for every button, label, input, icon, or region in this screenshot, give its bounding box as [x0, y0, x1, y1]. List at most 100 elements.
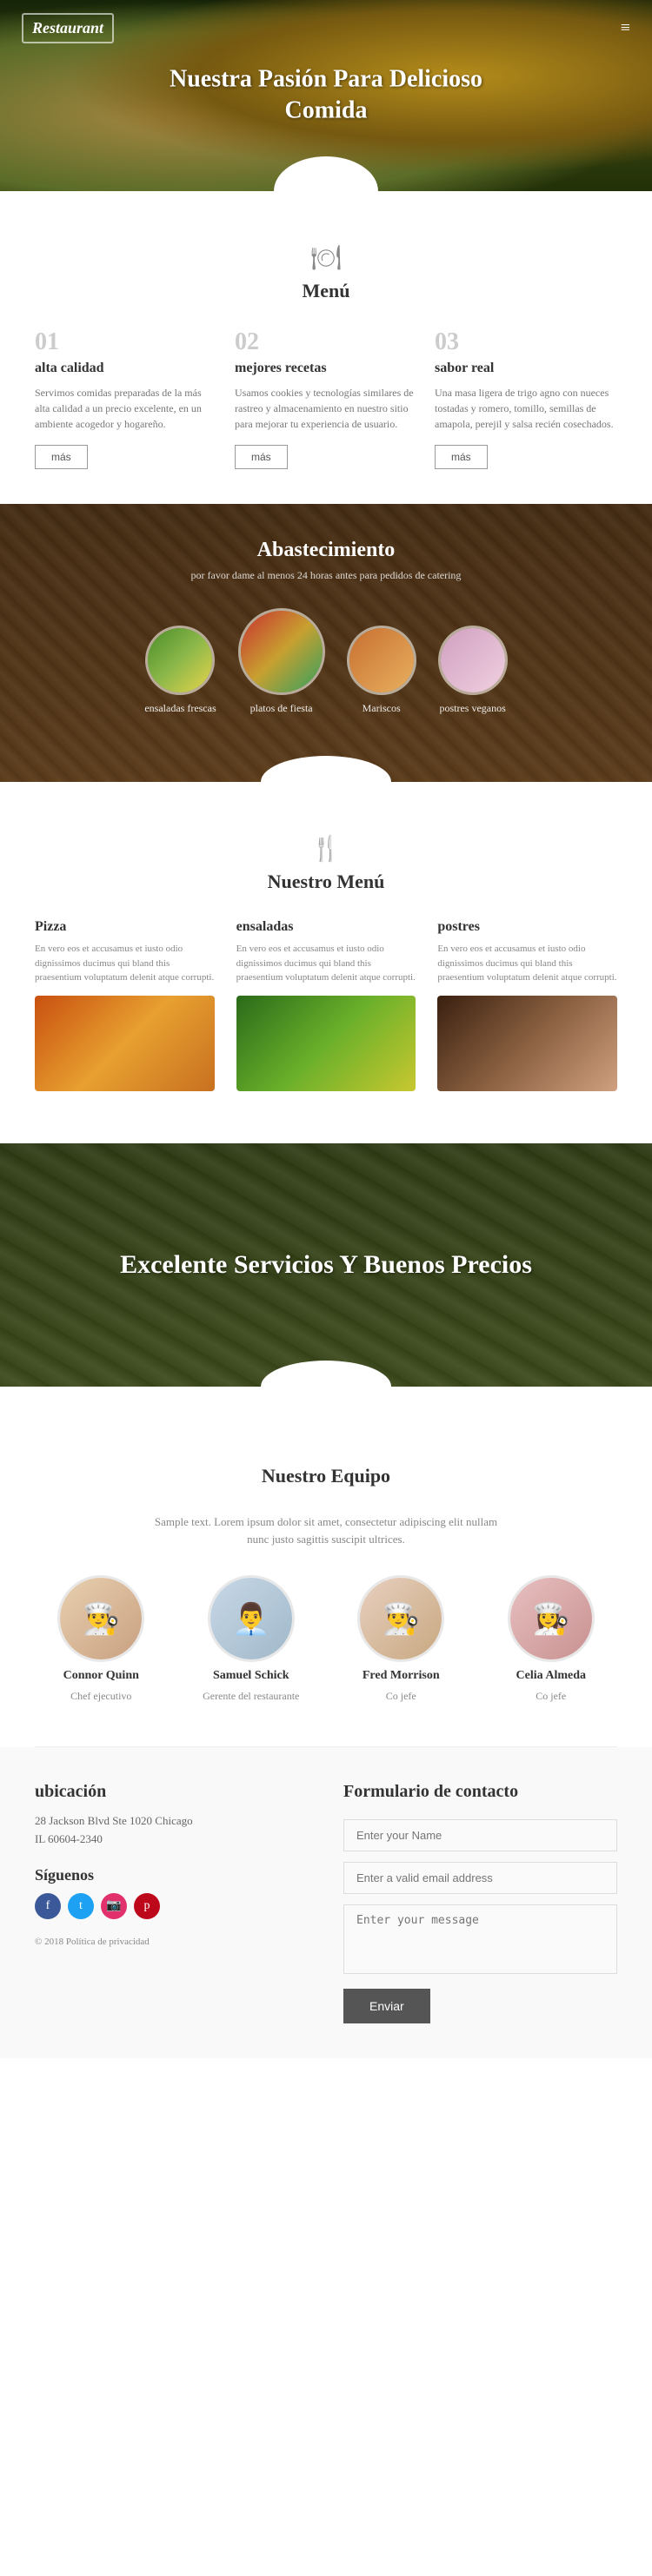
location-and-social: ubicación 28 Jackson Blvd Ste 1020 Chica… [35, 1782, 309, 2023]
food-text-postres: En vero eos et accusamus et iusto odio d… [437, 942, 617, 985]
avatar-image-4: 👩‍🍳 [510, 1578, 592, 1659]
social-icons: f t 📷 p [35, 1893, 309, 1919]
avatar-image-3: 👨‍🍳 [360, 1578, 442, 1659]
team-avatar-3: 👨‍🍳 [357, 1575, 444, 1662]
mas-button-2[interactable]: más [235, 445, 288, 469]
postres-img-inner [437, 996, 617, 1091]
site-logo[interactable]: Restaurant [22, 13, 114, 43]
team-role-3: Co jefe [386, 1690, 416, 1703]
hero-title: Nuestra Pasión Para Delicioso Comida [163, 64, 489, 128]
catering-label-4: postres veganos [439, 702, 505, 715]
nuestro-menu-icon: 🍴 [35, 834, 617, 864]
menu-num-2: 02 [235, 328, 417, 356]
food-grid: Pizza En vero eos et accusamus et iusto … [35, 919, 617, 1091]
pizza-image [35, 996, 215, 1091]
bottom-section: ubicación 28 Jackson Blvd Ste 1020 Chica… [0, 1747, 652, 2058]
contact-title: Formulario de contacto [343, 1782, 617, 1802]
contact-name-input[interactable] [343, 1819, 617, 1851]
team-subtitle: Sample text. Lorem ipsum dolor sit amet,… [152, 1513, 500, 1550]
team-member-3: 👨‍🍳 Fred Morrison Co jefe [335, 1575, 468, 1703]
food-title-ensaladas: ensaladas [236, 919, 416, 935]
menu-item-title-2: mejores recetas [235, 361, 417, 376]
navigation: Restaurant ≡ [0, 0, 652, 56]
catering-item-2: platos de fiesta [238, 608, 325, 715]
team-role-4: Co jefe [536, 1690, 566, 1703]
salad-image [148, 628, 212, 692]
food-item-postres: postres En vero eos et accusamus et iust… [437, 919, 617, 1091]
instagram-icon[interactable]: 📷 [101, 1893, 127, 1919]
mas-button-3[interactable]: más [435, 445, 488, 469]
contact-section: Formulario de contacto Enviar [343, 1782, 617, 2023]
team-member-2: 👨‍💼 Samuel Schick Gerente del restaurant… [185, 1575, 318, 1703]
excellent-section: Excelente Servicios Y Buenos Precios [0, 1143, 652, 1387]
team-member-4: 👩‍🍳 Celia Almeda Co jefe [485, 1575, 618, 1703]
ensaladas-img-inner [236, 996, 416, 1091]
contact-submit-button[interactable]: Enviar [343, 1989, 430, 2023]
location-city: IL 60604-2340 [35, 1831, 309, 1849]
seafood-image [349, 628, 414, 692]
pinterest-icon[interactable]: p [134, 1893, 160, 1919]
location-address: 28 Jackson Blvd Ste 1020 Chicago [35, 1812, 309, 1831]
team-name-4: Celia Almeda [516, 1669, 587, 1683]
catering-label-2: platos de fiesta [250, 702, 313, 715]
avatar-image-1: 👨‍🍳 [60, 1578, 142, 1659]
team-avatar-4: 👩‍🍳 [508, 1575, 595, 1662]
team-name-2: Samuel Schick [213, 1669, 289, 1683]
menu-num-3: 03 [435, 328, 617, 356]
mas-button-1[interactable]: más [35, 445, 88, 469]
food-title-postres: postres [437, 919, 617, 935]
facebook-icon[interactable]: f [35, 1893, 61, 1919]
contact-email-input[interactable] [343, 1862, 617, 1894]
team-avatar-1: 👨‍🍳 [57, 1575, 144, 1662]
location-section: ubicación 28 Jackson Blvd Ste 1020 Chica… [35, 1782, 309, 1849]
hamburger-menu-icon[interactable]: ≡ [621, 18, 630, 38]
catering-item-1: ensaladas frescas [144, 626, 216, 715]
contact-form: Enviar [343, 1819, 617, 2023]
catering-item-3: Mariscos [347, 626, 416, 715]
food-item-ensaladas: ensaladas En vero eos et accusamus et iu… [236, 919, 416, 1091]
menu-item-3: 03 sabor real Una masa ligera de trigo a… [435, 328, 617, 469]
team-name-1: Connor Quinn [63, 1669, 139, 1683]
team-title: Nuestro Equipo [35, 1465, 617, 1487]
catering-label-1: ensaladas frescas [144, 702, 216, 715]
pizza-img-inner [35, 996, 215, 1091]
menu-item-text-1: Servimos comidas preparadas de la más al… [35, 385, 217, 432]
team-member-1: 👨‍🍳 Connor Quinn Chef ejecutivo [35, 1575, 168, 1703]
menu-icon: 🍽 [35, 243, 617, 273]
menu-item-text-3: Una masa ligera de trigo agno con nueces… [435, 385, 617, 432]
nuestro-menu-section: 🍴 Nuestro Menú Pizza En vero eos et accu… [0, 782, 652, 1126]
catering-section: Abastecimiento por favor dame al menos 2… [0, 504, 652, 782]
postres-image [437, 996, 617, 1091]
siguenos-section: Síguenos f t 📷 p [35, 1866, 309, 1919]
hero-section: Restaurant ≡ Nuestra Pasión Para Delicio… [0, 0, 652, 191]
menu-title: Menú [35, 280, 617, 302]
food-title-pizza: Pizza [35, 919, 215, 935]
menu-item-title-3: sabor real [435, 361, 617, 376]
catering-circle-1 [145, 626, 215, 695]
food-text-ensaladas: En vero eos et accusamus et iusto odio d… [236, 942, 416, 985]
location-title: ubicación [35, 1782, 309, 1802]
team-name-3: Fred Morrison [363, 1669, 440, 1683]
catering-items: ensaladas frescas platos de fiesta Maris… [144, 608, 507, 715]
menu-grid: 01 alta calidad Servimos comidas prepara… [35, 328, 617, 469]
dessert-image [441, 628, 505, 692]
avatar-image-2: 👨‍💼 [210, 1578, 292, 1659]
menu-num-1: 01 [35, 328, 217, 356]
menu-item-1: 01 alta calidad Servimos comidas prepara… [35, 328, 217, 469]
catering-title: Abastecimiento [257, 539, 396, 562]
contact-message-input[interactable] [343, 1904, 617, 1974]
twitter-icon[interactable]: t [68, 1893, 94, 1919]
copyright-text: © 2018 Política de privacidad [35, 1937, 309, 1947]
catering-circle-2 [238, 608, 325, 695]
menu-item-text-2: Usamos cookies y tecnologías similares d… [235, 385, 417, 432]
catering-circle-4 [438, 626, 508, 695]
excellent-text: Excelente Servicios Y Buenos Precios [103, 1230, 549, 1299]
team-section: Nuestro Equipo Sample text. Lorem ipsum … [0, 1404, 652, 1747]
hero-text: Nuestra Pasión Para Delicioso Comida [163, 64, 489, 128]
nuestro-menu-title: Nuestro Menú [35, 871, 617, 893]
excellent-content: Excelente Servicios Y Buenos Precios [0, 1143, 652, 1387]
food-text-pizza: En vero eos et accusamus et iusto odio d… [35, 942, 215, 985]
party-image [241, 611, 323, 692]
catering-item-4: postres veganos [438, 626, 508, 715]
catering-label-3: Mariscos [363, 702, 401, 715]
